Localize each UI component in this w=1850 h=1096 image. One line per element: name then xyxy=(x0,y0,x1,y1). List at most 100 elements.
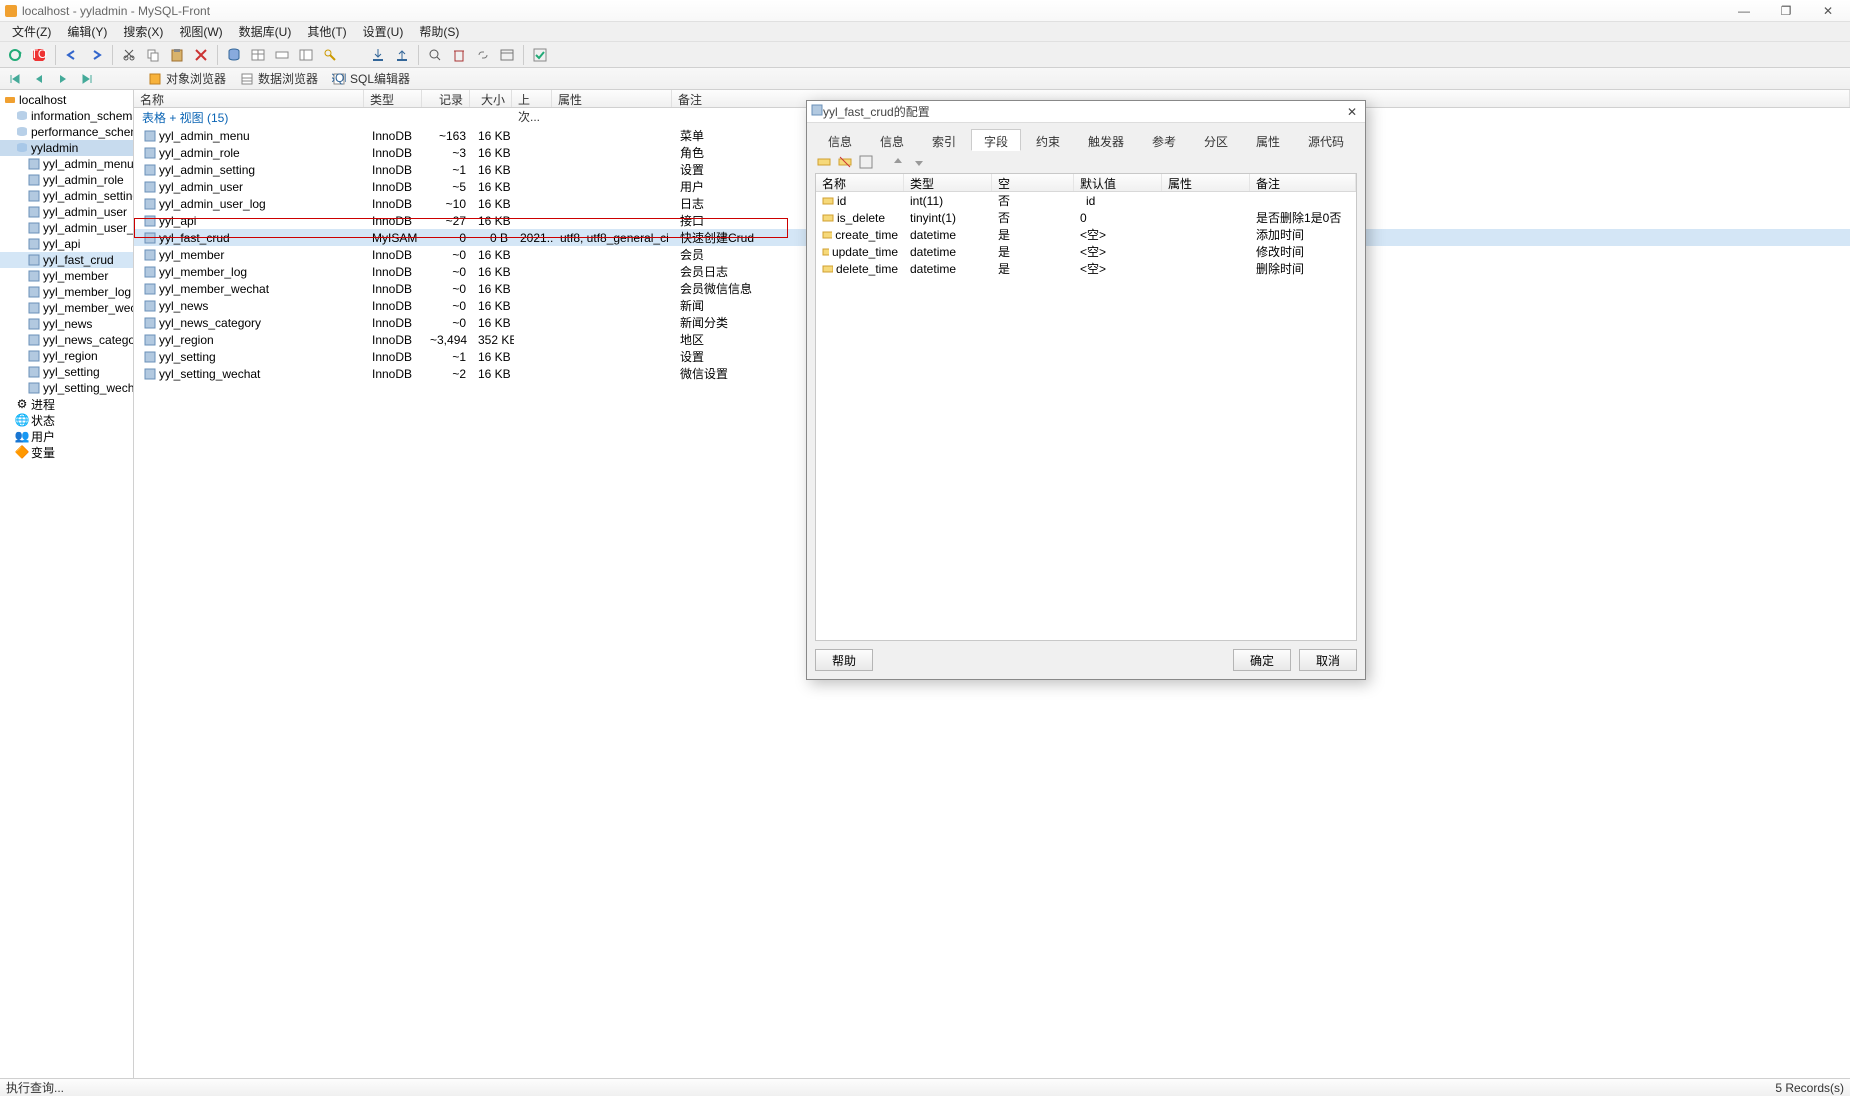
new-field-icon[interactable] xyxy=(271,44,293,66)
cut-icon[interactable] xyxy=(118,44,140,66)
tree-table[interactable]: yyl_member_log xyxy=(0,284,133,300)
tree-schema-info[interactable]: information_schema xyxy=(0,108,133,124)
tree-table[interactable]: yyl_member_wechat xyxy=(0,300,133,316)
fcol-name[interactable]: 名称 xyxy=(816,174,904,191)
properties-icon[interactable] xyxy=(496,44,518,66)
col-last[interactable]: 上次... xyxy=(512,90,552,107)
dialog-tab[interactable]: 信息 xyxy=(867,129,917,151)
copy-icon[interactable] xyxy=(142,44,164,66)
stop-icon[interactable]: STOP xyxy=(28,44,50,66)
tree-table[interactable]: yyl_setting_wechat xyxy=(0,380,133,396)
dialog-tab[interactable]: 参考 xyxy=(1139,129,1189,151)
import-icon[interactable] xyxy=(367,44,389,66)
first-icon[interactable] xyxy=(4,68,26,90)
dialog-tab[interactable]: 信息 xyxy=(815,129,865,151)
close-button[interactable]: ✕ xyxy=(1816,3,1840,19)
object-browser-tab[interactable]: 对象浏览器 xyxy=(142,68,232,89)
add-field-icon[interactable] xyxy=(815,153,833,171)
dialog-tab[interactable]: 约束 xyxy=(1023,129,1073,151)
new-key-icon[interactable] xyxy=(319,44,341,66)
tree-table[interactable]: yyl_admin_user xyxy=(0,204,133,220)
check-icon[interactable] xyxy=(529,44,551,66)
table-icon xyxy=(28,382,40,394)
tree-table[interactable]: yyl_api xyxy=(0,236,133,252)
minimize-button[interactable]: — xyxy=(1732,3,1756,19)
dialog-tab[interactable]: 源代码 xyxy=(1295,129,1357,151)
tree-table[interactable]: yyl_news_category xyxy=(0,332,133,348)
tree-schema-open[interactable]: yyladmin xyxy=(0,140,133,156)
tree-host[interactable]: localhost xyxy=(0,92,133,108)
prev-icon[interactable] xyxy=(28,68,50,90)
delete-icon[interactable] xyxy=(190,44,212,66)
menu-edit[interactable]: 编辑(Y) xyxy=(59,21,115,42)
move-down-icon[interactable] xyxy=(910,153,928,171)
tree-table[interactable]: yyl_admin_user_log xyxy=(0,220,133,236)
fcol-comment[interactable]: 备注 xyxy=(1250,174,1356,191)
col-records[interactable]: 记录 xyxy=(422,90,470,107)
new-index-icon[interactable] xyxy=(295,44,317,66)
tree-table[interactable]: yyl_admin_setting xyxy=(0,188,133,204)
next-icon[interactable] xyxy=(52,68,74,90)
tree-table[interactable]: yyl_news xyxy=(0,316,133,332)
field-row[interactable]: update_timedatetime是<空>修改时间 xyxy=(816,243,1356,260)
undo-icon[interactable] xyxy=(61,44,83,66)
menu-search[interactable]: 搜索(X) xyxy=(115,21,171,42)
link-icon[interactable] xyxy=(472,44,494,66)
field-row[interactable]: idint(11)否id xyxy=(816,192,1356,209)
help-button[interactable]: 帮助 xyxy=(815,649,873,671)
menu-view[interactable]: 视图(W) xyxy=(171,21,230,42)
tree-users[interactable]: 👥用户 xyxy=(0,428,133,444)
move-up-icon[interactable] xyxy=(889,153,907,171)
dialog-tab[interactable]: 分区 xyxy=(1191,129,1241,151)
tree-table[interactable]: yyl_setting xyxy=(0,364,133,380)
dialog-close-button[interactable]: ✕ xyxy=(1343,104,1361,120)
col-name[interactable]: 名称 xyxy=(134,90,364,107)
tree-schema-perf[interactable]: performance_schema xyxy=(0,124,133,140)
separator xyxy=(523,45,524,65)
export-icon[interactable] xyxy=(391,44,413,66)
tree-table[interactable]: yyl_fast_crud xyxy=(0,252,133,268)
col-size[interactable]: 大小 xyxy=(470,90,512,107)
new-db-icon[interactable] xyxy=(223,44,245,66)
search-icon[interactable] xyxy=(424,44,446,66)
field-row[interactable]: delete_timedatetime是<空>删除时间 xyxy=(816,260,1356,277)
refresh-icon[interactable] xyxy=(4,44,26,66)
cancel-button[interactable]: 取消 xyxy=(1299,649,1357,671)
dialog-tab[interactable]: 属性 xyxy=(1243,129,1293,151)
dialog-titlebar[interactable]: yyl_fast_crud的配置 ✕ xyxy=(807,101,1365,123)
field-row[interactable]: is_deletetinyint(1)否0是否删除1是0否 xyxy=(816,209,1356,226)
menu-other[interactable]: 其他(T) xyxy=(299,21,354,42)
delete-field-icon[interactable] xyxy=(836,153,854,171)
menu-database[interactable]: 数据库(U) xyxy=(231,21,300,42)
menu-help[interactable]: 帮助(S) xyxy=(411,21,467,42)
tree-processes[interactable]: ⚙进程 xyxy=(0,396,133,412)
drop-icon[interactable] xyxy=(448,44,470,66)
ok-button[interactable]: 确定 xyxy=(1233,649,1291,671)
dialog-tab[interactable]: 触发器 xyxy=(1075,129,1137,151)
redo-icon[interactable] xyxy=(85,44,107,66)
tree-table[interactable]: yyl_admin_role xyxy=(0,172,133,188)
paste-icon[interactable] xyxy=(166,44,188,66)
sql-editor-tab[interactable]: SQL SQL编辑器 xyxy=(326,68,416,89)
tree-variables[interactable]: 🔶变量 xyxy=(0,444,133,460)
last-icon[interactable] xyxy=(76,68,98,90)
dialog-tab[interactable]: 索引 xyxy=(919,129,969,151)
tree-table[interactable]: yyl_member xyxy=(0,268,133,284)
maximize-button[interactable]: ❐ xyxy=(1774,3,1798,19)
tree-status[interactable]: 🌐状态 xyxy=(0,412,133,428)
tree-table[interactable]: yyl_region xyxy=(0,348,133,364)
col-type[interactable]: 类型 xyxy=(364,90,422,107)
tree-table[interactable]: yyl_admin_menu xyxy=(0,156,133,172)
fcol-type[interactable]: 类型 xyxy=(904,174,992,191)
menu-file[interactable]: 文件(Z) xyxy=(4,21,59,42)
fcol-null[interactable]: 空 xyxy=(992,174,1074,191)
col-attrs[interactable]: 属性 xyxy=(552,90,672,107)
menu-settings[interactable]: 设置(U) xyxy=(355,21,412,42)
dialog-tab[interactable]: 字段 xyxy=(971,129,1021,151)
data-browser-tab[interactable]: 数据浏览器 xyxy=(234,68,324,89)
fcol-default[interactable]: 默认值 xyxy=(1074,174,1162,191)
edit-field-icon[interactable] xyxy=(857,153,875,171)
new-table-icon[interactable] xyxy=(247,44,269,66)
fcol-attrs[interactable]: 属性 xyxy=(1162,174,1250,191)
field-row[interactable]: create_timedatetime是<空>添加时间 xyxy=(816,226,1356,243)
